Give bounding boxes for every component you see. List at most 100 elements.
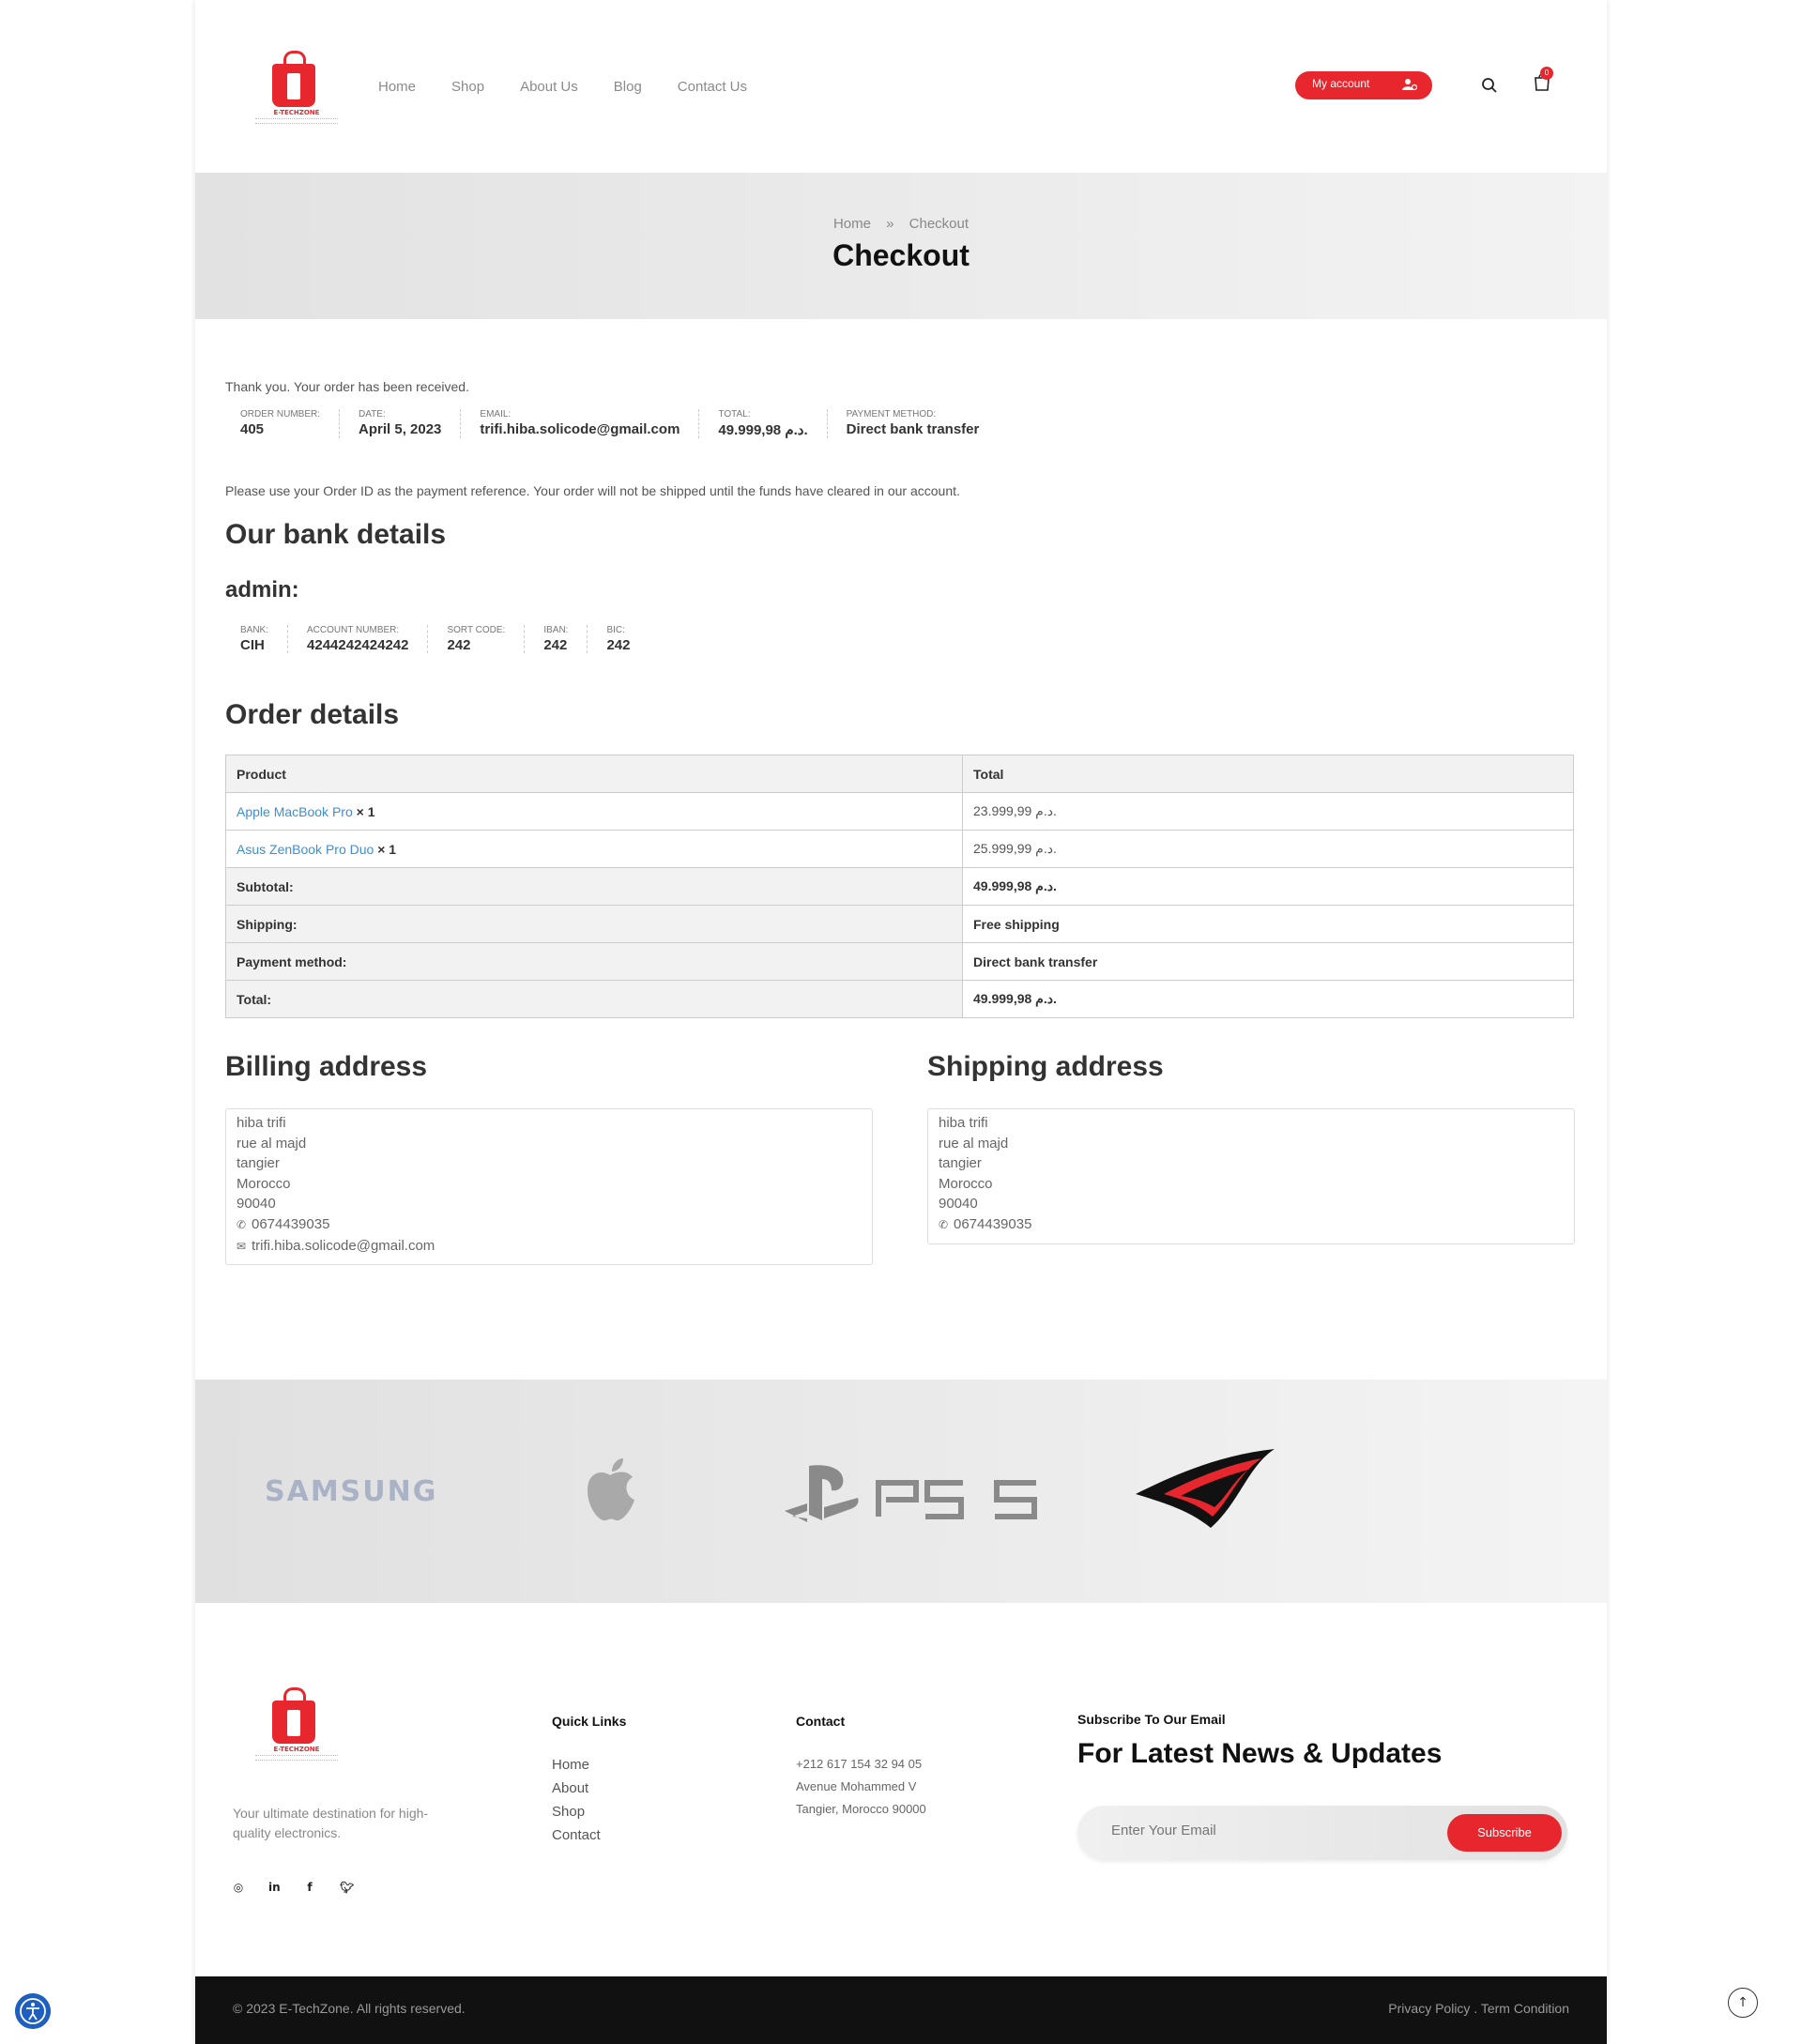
quick-links: Home About Shop Contact [552,1753,601,1847]
product-cell: Asus ZenBook Pro Duo × 1 [225,830,963,868]
address-line: rue al majd [939,1135,1009,1152]
overview-order-number: ORDER NUMBER: 405 [240,409,341,438]
bank-field-value: 242 [606,637,631,653]
nav-shop[interactable]: Shop [451,79,484,95]
page: E-TECHZONE Home Shop About Us Blog Conta… [195,0,1607,2044]
order-received-message: Thank you. Your order has been received. [225,379,469,394]
overview-label: DATE: [359,409,386,419]
accessibility-icon[interactable] [15,1993,51,2029]
page-banner: Home » Checkout Checkout [195,173,1607,319]
facebook-icon[interactable]: f [304,1881,315,1894]
contact-phone: +212 617 154 32 94 05 [796,1757,923,1771]
total-label: Total: [225,980,963,1018]
address-line: hiba trifi [237,1115,286,1131]
billing-address-heading: Billing address [225,1051,428,1082]
policy-links[interactable]: Privacy Policy . Term Condition [1388,2001,1569,2016]
payment-method-label: Payment method: [225,942,963,981]
subscribe-title: Subscribe To Our Email [1077,1712,1226,1727]
quick-links-title: Quick Links [552,1714,627,1729]
product-link[interactable]: Apple MacBook Pro [237,804,353,819]
overview-date: DATE: April 5, 2023 [359,409,462,438]
bank-details-heading: Our bank details [225,519,447,550]
overview-total: TOTAL: 49.999,98 د.م. [718,409,828,438]
address-line: tangier [237,1155,280,1172]
address-phone: ✆ 0674439035 [237,1214,862,1236]
product-quantity: × 1 [356,803,375,819]
logo-text: E-TECHZONE [273,1746,320,1753]
arrow-up-icon: ↑ [1737,1995,1749,2010]
subscribe-heading: For Latest News & Updates [1077,1738,1443,1769]
footer-link-about[interactable]: About [552,1777,601,1800]
footer-logo[interactable]: E-TECHZONE [253,1687,340,1762]
shopping-bag-icon [272,1687,315,1744]
product-total: 25.999,99 د.م. [962,830,1574,868]
footer-link-contact[interactable]: Contact [552,1823,601,1847]
breadcrumb-home[interactable]: Home [833,216,871,232]
address-line: hiba trifi [939,1115,988,1131]
product-total: 23.999,99 د.م. [962,792,1574,831]
shipping-address: hiba trifi rue al majd tangier Morocco 9… [927,1108,1575,1244]
bank-field-label: BANK: [240,625,269,635]
rog-logo-icon [1136,1449,1275,1528]
address-line: tangier [939,1155,982,1172]
bank-account-name: admin: [225,577,299,603]
column-header-total: Total [962,755,1574,793]
address-line: Morocco [237,1175,291,1192]
breadcrumb-separator: » [886,216,894,232]
nav-about-us[interactable]: About Us [520,79,578,95]
nav-home[interactable]: Home [378,79,416,95]
subscribe-email-input[interactable] [1111,1823,1430,1838]
overview-email: EMAIL: trifi.hiba.solicode@gmail.com [480,409,700,438]
overview-label: PAYMENT METHOD: [846,409,937,419]
bank-field-bank: BANK: CIH [240,625,289,653]
overview-value: 49.999,98 د.م. [718,422,808,438]
site-logo[interactable]: E-TECHZONE [253,51,340,126]
payment-method-value: Direct bank transfer [962,942,1574,981]
twitter-icon[interactable]: 🐦︎ [340,1881,354,1894]
search-icon[interactable] [1481,77,1498,94]
overview-label: TOTAL: [718,409,751,419]
overview-value: April 5, 2023 [359,421,442,437]
footer-link-home[interactable]: Home [552,1753,601,1777]
breadcrumb-current: Checkout [909,216,970,232]
nav-blog[interactable]: Blog [614,79,642,95]
linkedin-icon[interactable]: in [268,1881,281,1894]
table-row: Payment method: Direct bank transfer [225,942,1574,981]
footer-link-shop[interactable]: Shop [552,1800,601,1823]
shipping-value: Free shipping [962,905,1574,943]
bank-field-iban: IBAN: 242 [543,625,588,653]
my-account-label: My account [1312,77,1370,90]
overview-label: ORDER NUMBER: [240,409,321,419]
address-line: rue al majd [237,1135,307,1152]
nav-contact-us[interactable]: Contact Us [678,79,747,95]
my-account-button[interactable]: My account [1295,71,1432,99]
bank-field-value: CIH [240,637,265,653]
page-title: Checkout [832,238,970,272]
subscribe-button[interactable]: Subscribe [1447,1814,1562,1852]
contact-info: +212 617 154 32 94 05 Avenue Mohammed V … [796,1753,926,1821]
apple-logo-icon [588,1458,634,1521]
logo-subline [255,118,338,124]
table-row: Total: 49.999,98 د.م. [225,980,1574,1018]
bank-field-bic: BIC: 242 [606,625,649,653]
logo-text: E-TECHZONE [273,109,320,116]
footer-bottom-bar: © 2023 E-TechZone. All rights reserved. … [195,1976,1607,2044]
phone-icon: ✆ [237,1217,247,1231]
table-row: Apple MacBook Pro × 1 23.999,99 د.م. [225,792,1574,831]
column-header-product: Product [225,755,963,793]
site-header: E-TECHZONE Home Shop About Us Blog Conta… [195,0,1607,173]
main-nav: Home Shop About Us Blog Contact Us [378,79,747,95]
table-row: Subtotal: 49.999,98 د.م. [225,867,1574,906]
table-row: Asus ZenBook Pro Duo × 1 25.999,99 د.م. [225,830,1574,868]
bank-field-account-number: ACCOUNT NUMBER: 4244242424242 [307,625,429,653]
site-footer: E-TECHZONE Your ultimate destination for… [195,1603,1607,1976]
address-line: 90040 [939,1196,978,1213]
subscribe-form: Subscribe [1077,1806,1567,1860]
product-link[interactable]: Asus ZenBook Pro Duo [237,842,374,857]
shipping-label: Shipping: [225,905,963,943]
instagram-icon[interactable]: ◎ [233,1881,244,1894]
scroll-to-top-button[interactable]: ↑ [1728,1988,1758,2018]
address-phone: ✆ 0674439035 [939,1214,1564,1236]
product-quantity: × 1 [377,841,397,857]
order-details-heading: Order details [225,699,400,730]
